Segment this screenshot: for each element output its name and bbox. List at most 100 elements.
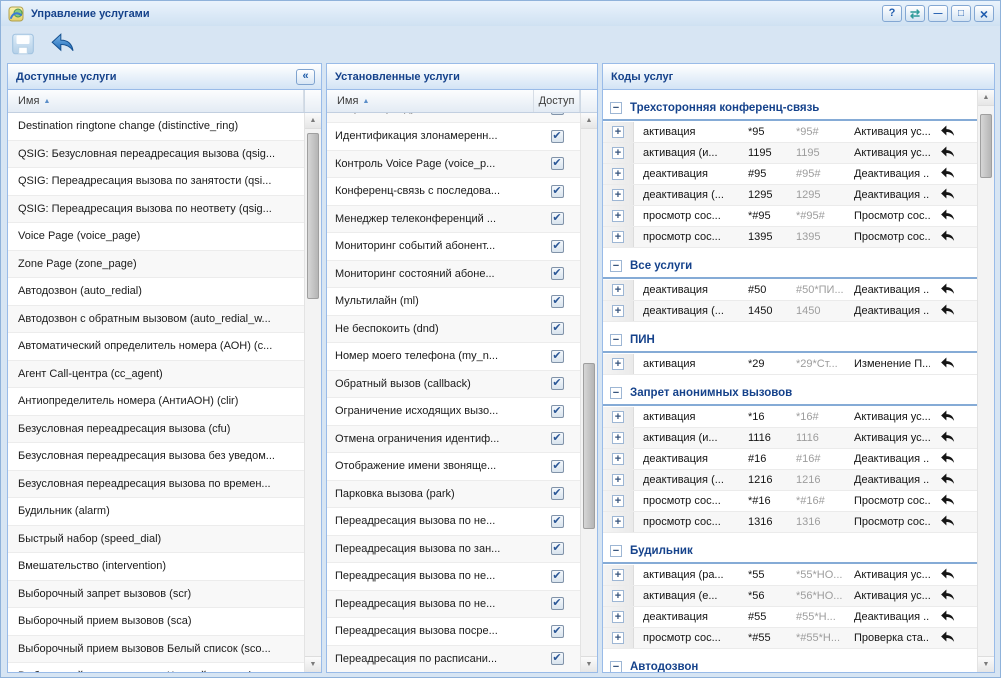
revert-button[interactable]: [930, 228, 966, 247]
revert-button[interactable]: [930, 207, 966, 226]
list-item[interactable]: Выборочный прием вызовов Черный список (…: [8, 663, 304, 672]
list-item[interactable]: Будильник (alarm): [8, 498, 304, 526]
list-item[interactable]: Контроль Voice Page (voice_p...✔: [327, 151, 580, 179]
list-item[interactable]: Безусловная переадресация вызова без уве…: [8, 443, 304, 471]
list-item[interactable]: Переадресация вызова по не...✔: [327, 563, 580, 591]
access-checkbox[interactable]: ✔: [551, 212, 564, 225]
service-code-row[interactable]: +деактивация (...12951295Деактивация ...: [603, 185, 977, 206]
expand-icon[interactable]: +: [612, 590, 624, 602]
service-code-row[interactable]: +просмотр сос...13951395Просмотр сос...: [603, 227, 977, 248]
scroll-up-button[interactable]: ▲: [978, 90, 994, 106]
collapse-group-icon[interactable]: −: [610, 334, 622, 346]
collapse-group-icon[interactable]: −: [610, 545, 622, 557]
collapse-group-icon[interactable]: −: [610, 661, 622, 672]
service-code-row[interactable]: +просмотр сос...*#16*#16#Просмотр сос...: [603, 491, 977, 512]
revert-button[interactable]: [930, 513, 966, 532]
scrollbar[interactable]: ▲ ▼: [304, 113, 321, 672]
scroll-down-button[interactable]: ▼: [581, 656, 597, 672]
expand-icon[interactable]: +: [612, 411, 624, 423]
list-item[interactable]: Отмена ограничения идентиф...✔: [327, 426, 580, 454]
list-item[interactable]: Voice Page (voice_page): [8, 223, 304, 251]
expand-icon[interactable]: +: [612, 495, 624, 507]
service-code-row[interactable]: +деактивация (...12161216Деактивация ...: [603, 470, 977, 491]
list-item[interactable]: QSIG: Переадресация вызова по неответу (…: [8, 196, 304, 224]
collapse-group-icon[interactable]: −: [610, 102, 622, 114]
service-code-row[interactable]: +просмотр сос...*#95*#95#Просмотр сос...: [603, 206, 977, 227]
list-item[interactable]: Антиопределитель номера (АнтиАОН) (clir): [8, 388, 304, 416]
list-item[interactable]: Безусловная переадресация вызова по врем…: [8, 471, 304, 499]
help-button[interactable]: ?: [882, 5, 902, 22]
list-item[interactable]: Номер моего телефона (my_n...✔: [327, 343, 580, 371]
revert-button[interactable]: [930, 450, 966, 469]
service-code-row[interactable]: +просмотр сос...*#55*#55*Н...Проверка ст…: [603, 628, 977, 649]
group-header[interactable]: −Трехсторонняя конференц-связь: [603, 97, 977, 121]
revert-button[interactable]: [930, 302, 966, 321]
access-checkbox[interactable]: ✔: [551, 460, 564, 473]
scroll-thumb[interactable]: [583, 363, 595, 529]
expand-icon[interactable]: +: [612, 231, 624, 243]
refresh-button[interactable]: ⇄: [905, 5, 925, 22]
list-item[interactable]: Отображение имени звоняще...✔: [327, 453, 580, 481]
list-item[interactable]: Менеджер телеконференций ...✔: [327, 206, 580, 234]
revert-button[interactable]: [930, 566, 966, 585]
group-header[interactable]: −Запрет анонимных вызовов: [603, 382, 977, 406]
list-item[interactable]: Парковка вызова (park)✔: [327, 481, 580, 509]
access-checkbox[interactable]: ✔: [551, 432, 564, 445]
expand-icon[interactable]: +: [612, 284, 624, 296]
access-checkbox[interactable]: ✔: [551, 322, 564, 335]
revert-button[interactable]: [930, 629, 966, 648]
access-checkbox[interactable]: ✔: [551, 157, 564, 170]
revert-button[interactable]: [930, 608, 966, 627]
revert-button[interactable]: [930, 587, 966, 606]
column-header-name[interactable]: Имя ▲: [327, 90, 534, 112]
revert-button[interactable]: [930, 429, 966, 448]
expand-icon[interactable]: +: [612, 632, 624, 644]
list-item[interactable]: Агент Call-центра (cc_agent): [8, 361, 304, 389]
list-item[interactable]: Zone Page (zone_page): [8, 251, 304, 279]
access-checkbox[interactable]: ✔: [551, 405, 564, 418]
maximize-button[interactable]: □: [951, 5, 971, 22]
list-item[interactable]: Мониторинг состояний абоне...✔: [327, 261, 580, 289]
list-item[interactable]: Переадресация вызова посре...✔: [327, 618, 580, 646]
list-item[interactable]: Мониторинг событий абонент...✔: [327, 233, 580, 261]
scroll-down-button[interactable]: ▼: [305, 656, 321, 672]
list-item[interactable]: Переадресация вызова по зан...✔: [327, 536, 580, 564]
close-button[interactable]: ×: [974, 5, 994, 22]
access-checkbox[interactable]: ✔: [551, 130, 564, 143]
column-header-access[interactable]: Доступ: [534, 90, 580, 112]
scrollbar[interactable]: ▲ ▼: [977, 90, 994, 672]
list-item[interactable]: QSIG: Безусловная переадресация вызова (…: [8, 141, 304, 169]
service-code-row[interactable]: +деактивация#55#55*Н...Деактивация ...: [603, 607, 977, 628]
access-checkbox[interactable]: ✔: [551, 267, 564, 280]
scrollbar[interactable]: ▲ ▼: [580, 113, 597, 672]
list-item[interactable]: Выборочный прием вызовов Белый список (s…: [8, 636, 304, 664]
service-code-row[interactable]: +активация*16*16#Активация ус...: [603, 407, 977, 428]
list-item[interactable]: Обратный вызов (callback)✔: [327, 371, 580, 399]
collapse-group-icon[interactable]: −: [610, 260, 622, 272]
service-code-row[interactable]: +активация*95*95#Активация ус...: [603, 122, 977, 143]
revert-button[interactable]: [930, 408, 966, 427]
service-code-row[interactable]: +активация (и...11951195Активация ус...: [603, 143, 977, 164]
revert-button[interactable]: [930, 144, 966, 163]
access-checkbox[interactable]: ✔: [551, 542, 564, 555]
expand-icon[interactable]: +: [612, 126, 624, 138]
scroll-up-button[interactable]: ▲: [305, 113, 321, 129]
access-checkbox[interactable]: ✔: [551, 295, 564, 308]
revert-button[interactable]: [930, 492, 966, 511]
access-checkbox[interactable]: ✔: [551, 570, 564, 583]
list-item[interactable]: Не беспокоить (dnd)✔: [327, 316, 580, 344]
list-item[interactable]: Выборочный запрет вызовов (scr): [8, 581, 304, 609]
revert-button[interactable]: [930, 471, 966, 490]
access-checkbox[interactable]: ✔: [551, 625, 564, 638]
scroll-thumb[interactable]: [980, 114, 992, 178]
list-item[interactable]: Конференц-связь с последова...✔: [327, 178, 580, 206]
list-item[interactable]: QSIG: Переадресация вызова по занятости …: [8, 168, 304, 196]
list-item[interactable]: Destination ringtone change (distinctive…: [8, 113, 304, 141]
service-code-row[interactable]: +деактивация#50#50*ПИ...Деактивация ...: [603, 280, 977, 301]
expand-icon[interactable]: +: [612, 305, 624, 317]
scroll-down-button[interactable]: ▼: [978, 656, 994, 672]
service-code-row[interactable]: +активация (и...11161116Активация ус...: [603, 428, 977, 449]
minimize-button[interactable]: —: [928, 5, 948, 22]
service-code-row[interactable]: +деактивация#95#95#Деактивация ...: [603, 164, 977, 185]
revert-button[interactable]: [930, 123, 966, 142]
